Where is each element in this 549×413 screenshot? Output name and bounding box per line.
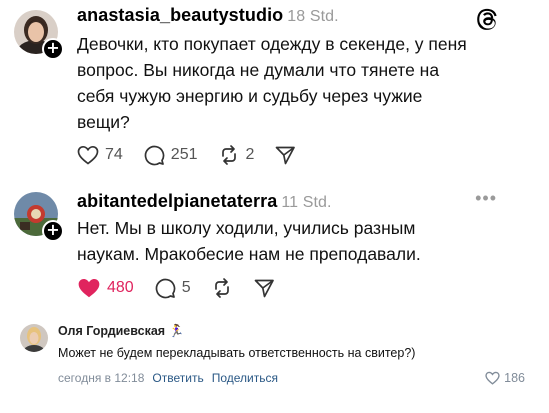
repost-count: 2 [245, 146, 255, 163]
follow-plus-icon[interactable]: + [42, 38, 64, 60]
commenter-name[interactable]: Оля Гордиевская 🏃‍♀️ [58, 324, 184, 339]
post-body: Нет. Мы в школу ходили, учились разным н… [77, 218, 421, 264]
threads-logo-icon [475, 6, 501, 32]
send-icon [276, 146, 296, 165]
reply-button[interactable]: Ответить [152, 371, 203, 385]
share-button[interactable] [274, 144, 296, 166]
post-time: 11 Std. [281, 194, 332, 211]
repost-button[interactable]: 2 [218, 144, 255, 166]
comment-count: 251 [170, 146, 198, 163]
post-time: 18 Std. [287, 8, 339, 25]
heart-filled-icon [78, 279, 100, 298]
comment-time: сегодня в 12:18 [58, 371, 145, 385]
heart-icon [485, 371, 500, 385]
post-actions: 74 251 2 [77, 143, 316, 167]
comment-icon [155, 278, 176, 299]
like-count: 480 [107, 279, 134, 296]
like-button[interactable]: 74 [77, 145, 123, 165]
repost-button[interactable] [211, 277, 233, 299]
follow-plus-icon[interactable]: + [42, 220, 64, 242]
author-avatar[interactable]: + [14, 10, 64, 60]
like-button[interactable]: 480 [77, 277, 134, 299]
vk-comment: Оля Гордиевская 🏃‍♀️ Может не будем пере… [0, 308, 549, 413]
heart-icon [77, 145, 99, 165]
threads-post: + anastasia_beautystudio 18 Std. Девочки,… [0, 0, 549, 178]
post-actions: 480 5 [77, 276, 295, 300]
comment-count: 5 [181, 279, 191, 296]
more-options-icon[interactable]: ••• [475, 188, 497, 209]
username[interactable]: abitantedelpianetaterra [77, 191, 277, 211]
comment-meta: сегодня в 12:18 Ответить Поделиться [58, 371, 278, 385]
runner-emoji-icon: 🏃‍♀️ [168, 324, 185, 338]
commenter-avatar[interactable] [20, 324, 48, 352]
post-body: Девочки, кто покупает одежду в секенде, … [77, 34, 467, 132]
post-author[interactable]: abitantedelpianetaterra 11 Std. [77, 191, 332, 212]
like-count: 74 [105, 146, 123, 163]
share-button[interactable] [253, 277, 275, 299]
repost-icon [221, 145, 236, 165]
author-avatar[interactable]: + [14, 192, 64, 242]
repost-icon [214, 278, 229, 298]
send-icon [254, 279, 274, 298]
comment-button[interactable]: 5 [154, 277, 191, 299]
comment-button[interactable]: 251 [143, 144, 198, 166]
post-author[interactable]: anastasia_beautystudio 18 Std. [77, 5, 339, 26]
comment-icon [144, 145, 165, 166]
comment-like-button[interactable]: 186 [485, 371, 525, 385]
share-link[interactable]: Поделиться [212, 371, 278, 385]
threads-reply: + abitantedelpianetaterra 11 Std. ••• Нет… [0, 178, 549, 308]
comment-text: Может не будем перекладывать ответственн… [58, 346, 416, 360]
commenter-name-text[interactable]: Оля Гордиевская [58, 324, 165, 338]
username[interactable]: anastasia_beautystudio [77, 5, 283, 25]
comment-like-count: 186 [504, 371, 525, 385]
